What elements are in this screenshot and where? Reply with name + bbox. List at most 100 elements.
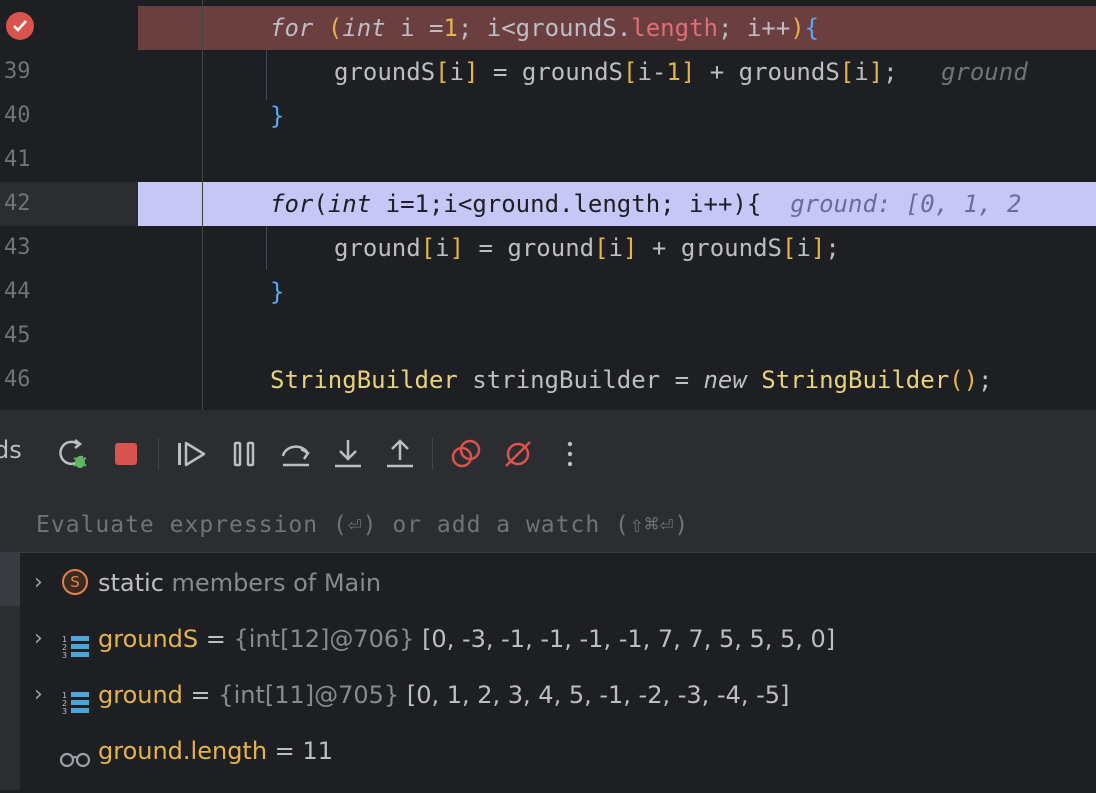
expand-chevron-icon[interactable]: › — [34, 611, 50, 667]
mute-breakpoints-button[interactable] — [500, 436, 536, 472]
code-token: StringBuilder — [270, 366, 458, 394]
code-line-breakpoint[interactable]: for (int i =1; i<groundS.length; i++){ — [0, 0, 1096, 50]
code-token: i — [796, 234, 811, 262]
variable-description: members of Main — [171, 569, 382, 597]
code-line-current-execution[interactable]: 42 for(int i=1;i<ground.length; i++){ gro… — [0, 182, 1096, 226]
code-token: ( — [313, 190, 328, 218]
variable-row-ground[interactable]: › 1 2 3 ground = {int[11]@705} [0, 1, 2,… — [20, 667, 1096, 723]
view-breakpoints-button[interactable] — [448, 436, 484, 472]
code-line[interactable]: 43 ground[i] = ground[i] + groundS[i]; — [0, 226, 1096, 270]
code-token: ; — [825, 234, 840, 262]
code-token: i — [449, 58, 465, 86]
array-icon: 1 2 3 — [62, 681, 90, 716]
static-icon: S — [62, 569, 90, 597]
code-text[interactable]: groundS[i] = groundS[i-1] + groundS[i]; … — [334, 50, 1028, 94]
resume-button[interactable] — [174, 436, 210, 472]
code-token: ) — [790, 14, 805, 42]
code-token: + groundS — [637, 234, 782, 262]
variable-name: groundS — [98, 625, 199, 653]
variable-type: {int[11]@705} — [218, 681, 400, 709]
code-token: 1 — [443, 14, 458, 42]
line-number[interactable]: 40 — [4, 94, 44, 138]
code-token: ] — [464, 58, 479, 86]
code-token: StringBuilder — [761, 366, 950, 394]
inline-debug-value: ground: [0, 1, 2 — [761, 190, 1022, 218]
line-number[interactable]: 41 — [4, 138, 44, 182]
svg-text:3: 3 — [62, 707, 67, 716]
code-token: ] — [810, 234, 826, 262]
rerun-debug-icon — [59, 439, 87, 468]
line-highlight — [138, 138, 1096, 182]
variable-row-groundS[interactable]: › 1 2 3 groundS = {int[12]@706} [0, -3, … — [20, 611, 1096, 667]
variable-name: ground — [98, 681, 183, 709]
code-token: i — [608, 234, 624, 262]
static-badge: S — [62, 569, 88, 595]
code-token: i- — [637, 58, 667, 86]
watch-expression: ground.length — [98, 737, 268, 765]
code-token: ; i++ — [717, 14, 791, 42]
code-line[interactable]: 45 — [0, 314, 1096, 358]
code-token: [ — [435, 58, 450, 86]
line-number[interactable]: 42 — [4, 182, 44, 226]
svg-text:3: 3 — [62, 651, 67, 660]
step-into-button[interactable] — [330, 436, 366, 472]
code-token: } — [270, 278, 285, 306]
line-number[interactable]: 39 — [4, 50, 44, 94]
rerun-debug-button[interactable] — [56, 436, 92, 472]
frames-panel-edge — [0, 552, 20, 606]
resume-icon — [178, 441, 206, 467]
line-number[interactable]: 46 — [4, 358, 44, 402]
variables-tree: › S static members of Main › 1 2 3 — [20, 496, 1096, 790]
stop-icon — [115, 443, 137, 465]
step-over-button[interactable] — [278, 436, 314, 472]
code-token: groundS — [334, 58, 436, 86]
code-token: ( — [327, 14, 343, 42]
code-token: for — [270, 190, 314, 218]
code-line[interactable]: 44} — [0, 270, 1096, 314]
code-token: = groundS — [478, 58, 624, 86]
variable-row-static[interactable]: › S static members of Main — [20, 555, 1096, 611]
code-token: } — [270, 102, 285, 130]
pause-icon — [233, 441, 255, 467]
view-breakpoints-icon — [451, 439, 481, 468]
watch-icon — [58, 737, 91, 768]
code-text[interactable]: for (int i =1; i<groundS.length; i++){ — [270, 6, 819, 50]
code-text[interactable]: } — [270, 94, 284, 138]
variable-value: [0, -3, -1, -1, -1, -1, 7, 7, 5, 5, 5, 0… — [414, 625, 836, 653]
code-token: [ — [781, 234, 797, 262]
code-line[interactable]: 39 groundS[i] = groundS[i-1] + groundS[i]… — [0, 50, 1096, 94]
expand-chevron-icon[interactable]: › — [34, 667, 50, 723]
toolbar-separator — [432, 438, 433, 470]
indent-guide — [266, 226, 267, 270]
toolbar-separator — [158, 438, 159, 470]
line-number[interactable] — [4, 0, 44, 44]
code-line[interactable]: 46 StringBuilder stringBuilder = new Stri… — [0, 358, 1096, 402]
pause-button[interactable] — [226, 436, 262, 472]
code-text[interactable]: } — [270, 270, 284, 314]
line-number[interactable]: 44 — [4, 270, 44, 314]
code-token: int — [327, 190, 372, 218]
watch-row-ground-length[interactable]: ground.length = 11 — [20, 723, 1096, 779]
code-token: i — [435, 234, 450, 262]
line-highlight — [138, 314, 1096, 358]
evaluate-expression-input[interactable] — [34, 502, 1078, 548]
more-button[interactable] — [552, 436, 588, 472]
code-token: ; — [883, 58, 898, 86]
code-text[interactable]: for(int i=1;i<ground.length; i++){ groun… — [270, 182, 1021, 226]
code-text[interactable]: StringBuilder stringBuilder = new String… — [270, 358, 993, 402]
expand-chevron-icon[interactable]: › — [34, 555, 50, 611]
code-text[interactable]: ground[i] = ground[i] + groundS[i]; — [334, 226, 840, 270]
line-number[interactable]: 43 — [4, 226, 44, 270]
code-token: 1 — [666, 58, 681, 86]
step-out-button[interactable] — [382, 436, 418, 472]
code-line[interactable]: 41 — [0, 138, 1096, 182]
code-line[interactable]: 40} — [0, 94, 1096, 138]
code-editor[interactable]: for (int i =1; i<groundS.length; i++){ 39… — [0, 0, 1096, 410]
line-number[interactable]: 45 — [4, 314, 44, 358]
stop-button[interactable] — [108, 436, 144, 472]
threads-tab-label[interactable]: ds — [0, 436, 22, 464]
code-token: int — [342, 14, 386, 42]
code-token: = ground — [464, 234, 595, 262]
